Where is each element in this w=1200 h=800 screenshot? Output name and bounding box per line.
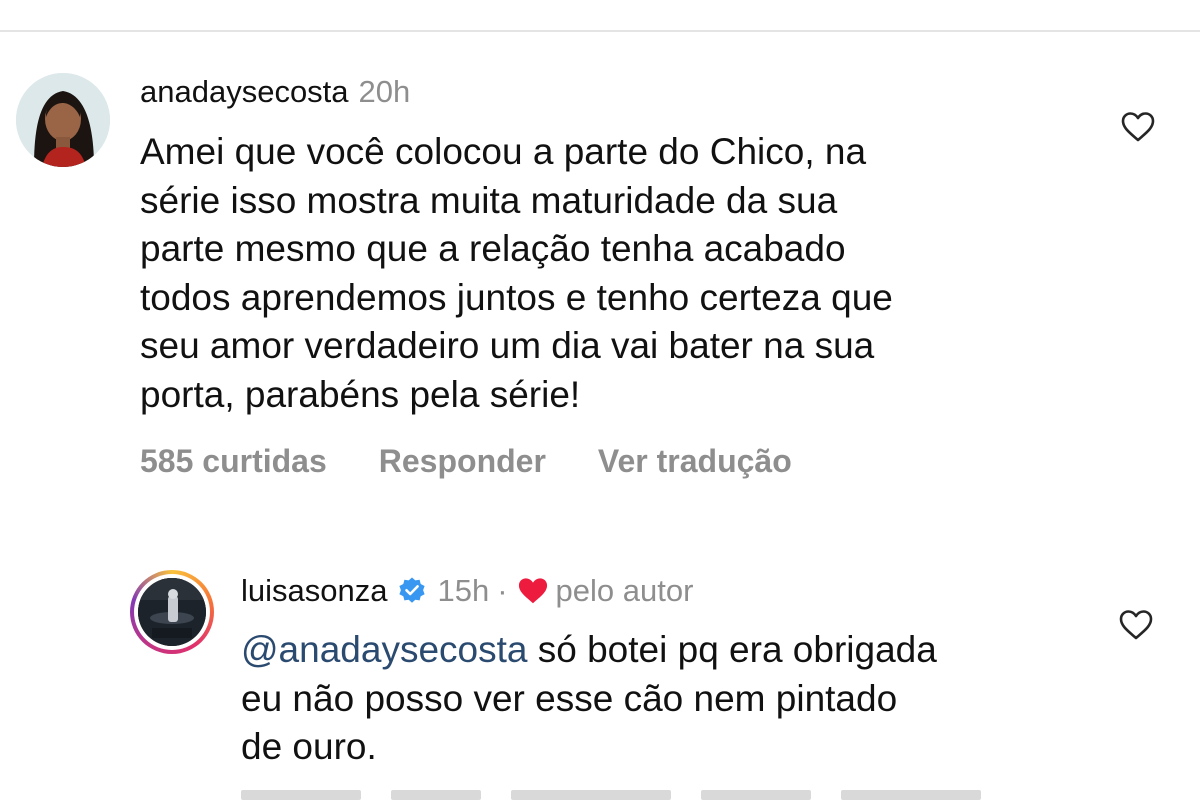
avatar-photo	[138, 578, 206, 646]
comment-username[interactable]: anadaysecosta	[140, 74, 349, 110]
comment-line: série isso mostra muita maturidade da su…	[140, 179, 838, 221]
comment-line: eu não posso ver esse cão nem pintado	[241, 677, 898, 719]
avatar	[138, 578, 206, 646]
like-button[interactable]	[1118, 609, 1154, 641]
avatar-story-ring[interactable]	[130, 570, 214, 654]
like-button[interactable]	[1120, 111, 1156, 143]
separator-dot: ·	[497, 573, 508, 608]
comment-text-segment: só botei pq era obrigada	[527, 629, 937, 670]
comment-actions: 585 curtidas Responder Ver tradução	[140, 441, 792, 481]
avatar[interactable]	[16, 73, 110, 167]
comment-meta: anadaysecosta 20h	[140, 74, 410, 110]
top-divider	[0, 30, 1200, 32]
avatar-ring-gap	[134, 574, 210, 650]
comment-timestamp: 15h	[437, 573, 490, 608]
see-translation-button[interactable]: Ver tradução	[598, 441, 792, 481]
comment-line: de ouro.	[241, 726, 377, 767]
liked-by-author-label: pelo autor	[555, 573, 694, 608]
avatar-photo	[16, 73, 110, 167]
cropped-content-row	[241, 788, 1001, 800]
verified-badge-icon	[397, 576, 427, 606]
heart-filled-icon	[516, 576, 550, 606]
heart-outline-icon	[1121, 112, 1155, 142]
heart-outline-icon	[1119, 610, 1153, 640]
comment-body: Amei que você colocou a parte do Chico, …	[140, 128, 1080, 419]
likes-count-link[interactable]: 585 curtidas	[140, 441, 327, 481]
comment-username[interactable]: luisasonza	[241, 573, 387, 609]
comment-meta: luisasonza 15h · pelo autor	[241, 573, 693, 609]
comment-line: porta, parabéns pela série!	[140, 373, 581, 415]
comment-line: @anadaysecosta só botei pq era obrigada	[241, 626, 1101, 675]
comment-line: Amei que você colocou a parte do Chico, …	[140, 131, 867, 172]
mention-link[interactable]: @anadaysecosta	[241, 629, 527, 670]
comment-timestamp: 20h	[358, 74, 411, 109]
comment-line: todos aprendemos juntos e tenho certeza …	[140, 276, 893, 318]
reply-button[interactable]: Responder	[379, 441, 546, 481]
comment-line: parte mesmo que a relação tenha acabado	[140, 228, 846, 269]
comment-line: seu amor verdadeiro um dia vai bater na …	[140, 325, 875, 366]
comment-body: @anadaysecosta só botei pq era obrigada …	[241, 626, 1101, 772]
